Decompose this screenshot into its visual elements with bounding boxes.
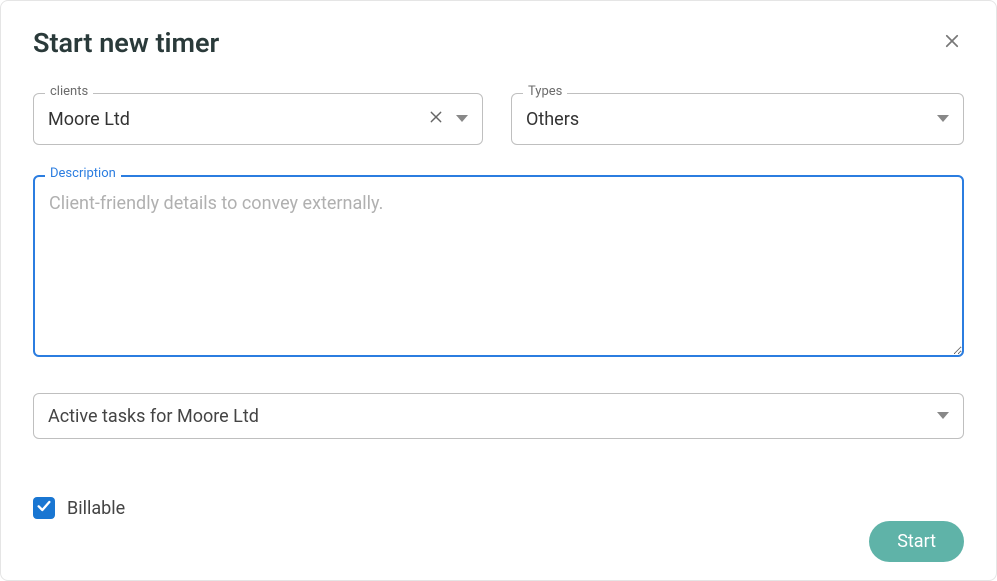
check-icon: [36, 498, 52, 518]
clients-select[interactable]: Moore Ltd: [33, 93, 483, 145]
description-input[interactable]: [33, 175, 964, 357]
clear-icon: [428, 109, 444, 130]
close-button[interactable]: [940, 31, 964, 55]
fields-row: clients Moore Ltd Types Others: [33, 93, 964, 145]
start-button[interactable]: Start: [869, 521, 964, 562]
chevron-down-icon: [456, 115, 468, 123]
clients-select-icons: [428, 109, 468, 130]
billable-label: Billable: [67, 498, 125, 519]
types-label: Types: [523, 84, 567, 99]
clients-value: Moore Ltd: [48, 109, 130, 130]
tasks-select[interactable]: Active tasks for Moore Ltd: [33, 393, 964, 439]
types-field: Types Others: [511, 93, 964, 145]
tasks-value: Active tasks for Moore Ltd: [48, 406, 259, 427]
types-select[interactable]: Others: [511, 93, 964, 145]
chevron-down-icon: [937, 115, 949, 123]
start-timer-modal: Start new timer clients Moore Ltd: [0, 0, 997, 581]
billable-checkbox[interactable]: [33, 497, 55, 519]
close-icon: [943, 32, 961, 54]
chevron-down-icon: [937, 412, 949, 420]
description-label: Description: [45, 166, 121, 181]
modal-footer: Start: [869, 521, 964, 562]
clear-clients-button[interactable]: [428, 109, 444, 130]
clients-label: clients: [45, 84, 93, 99]
description-field: Description: [33, 175, 964, 361]
billable-row: Billable: [33, 497, 964, 519]
modal-header: Start new timer: [33, 27, 964, 59]
types-value: Others: [526, 109, 579, 130]
clients-field: clients Moore Ltd: [33, 93, 483, 145]
modal-title: Start new timer: [33, 27, 219, 59]
